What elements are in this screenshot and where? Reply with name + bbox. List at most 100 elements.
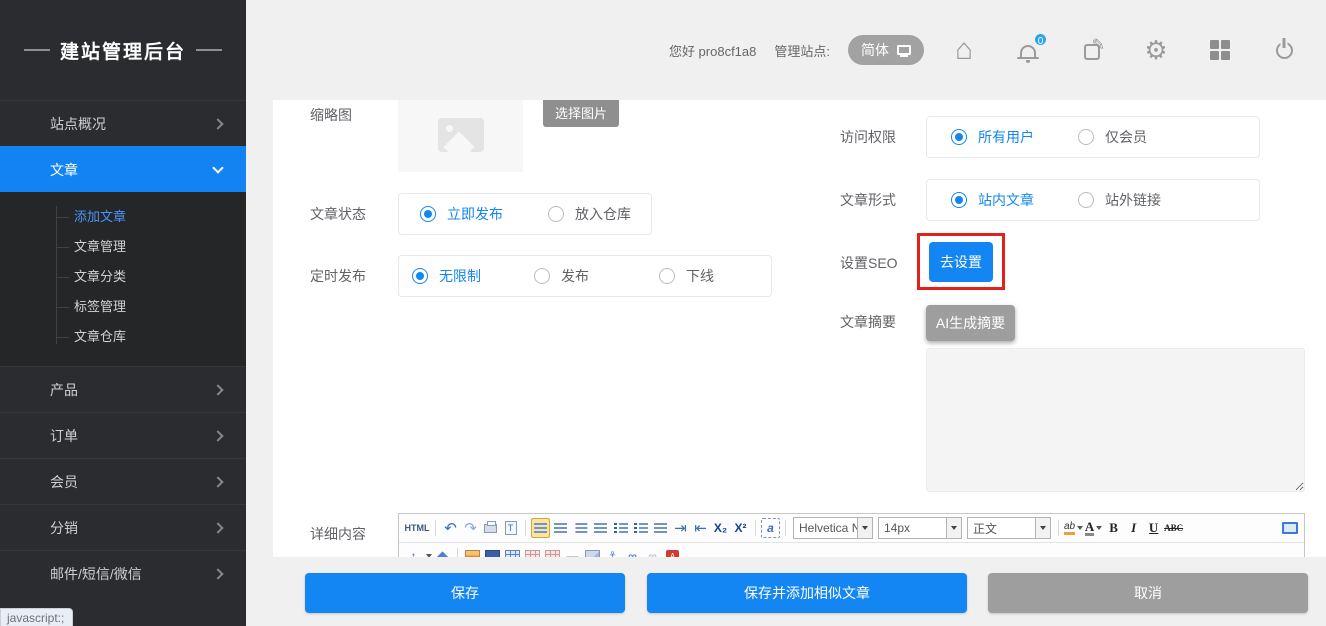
superscript-icon[interactable]: X² (731, 518, 750, 538)
outdent-icon[interactable]: ⇤ (691, 518, 710, 538)
cancel-button[interactable]: 取消 (988, 573, 1308, 613)
insert-image-icon[interactable] (463, 546, 482, 557)
font-color-icon[interactable]: A (1084, 518, 1103, 538)
sidebar-item-distribution[interactable]: 分销 (0, 504, 246, 550)
radio-no-limit[interactable]: 无限制 (412, 266, 534, 286)
radio-offline-time[interactable]: 下线 (659, 266, 714, 286)
notifications-icon[interactable]: 0 (1014, 36, 1042, 64)
insert-table-icon[interactable] (503, 546, 522, 557)
sidebar-item-member[interactable]: 会员 (0, 458, 246, 504)
radio-all-users[interactable]: 所有用户 (951, 127, 1078, 147)
thumbnail-label: 缩略图 (310, 105, 352, 125)
radio-on-icon (951, 129, 967, 145)
font-size-select[interactable]: 14px (878, 517, 962, 539)
radio-off-icon (659, 268, 675, 284)
insert-map-icon[interactable] (583, 546, 602, 557)
italic-icon[interactable]: I (1124, 518, 1143, 538)
insert-file-icon[interactable]: A (663, 546, 682, 557)
unordered-list-icon[interactable] (631, 518, 650, 538)
scheduled-publish-group: 无限制 发布 下线 (398, 255, 772, 297)
source-code-button[interactable]: HTML (404, 518, 430, 538)
radio-on-icon (951, 192, 967, 208)
sidebar-item-product[interactable]: 产品 (0, 366, 246, 412)
anchor-icon[interactable]: a (761, 518, 780, 538)
article-type-label: 文章形式 (840, 190, 896, 210)
access-permission-group: 所有用户 仅会员 (926, 116, 1260, 158)
ai-generate-summary-button[interactable]: AI生成摘要 (926, 305, 1015, 341)
ordered-list-icon[interactable] (611, 518, 630, 538)
user-greeting: 您好 pro8cf1a8 (669, 41, 756, 60)
monitor-icon (897, 45, 911, 55)
editor-toolbar-row2: ↕ ◆ — ⚓ ∞ ∞ A (399, 543, 1304, 557)
settings-gear-icon[interactable]: ⚙ (1142, 36, 1170, 64)
power-icon[interactable] (1270, 36, 1298, 64)
radio-publish-time[interactable]: 发布 (534, 266, 659, 286)
dropdown-caret-icon (1035, 518, 1050, 538)
undo-icon[interactable]: ↶ (441, 518, 460, 538)
seo-label: 设置SEO (840, 253, 898, 273)
table-cell-icon[interactable] (543, 546, 562, 557)
detail-content-label: 详细内容 (310, 524, 366, 544)
insert-link-icon[interactable]: ∞ (623, 546, 642, 557)
text-wrap-icon[interactable] (651, 518, 670, 538)
align-left-icon[interactable] (531, 518, 550, 538)
align-right-icon[interactable] (571, 518, 590, 538)
language-switch-button[interactable]: 简体 (848, 35, 924, 65)
paste-as-text-icon[interactable]: T (501, 518, 520, 538)
radio-to-warehouse[interactable]: 放入仓库 (548, 204, 631, 224)
go-set-seo-button[interactable]: 去设置 (929, 242, 993, 282)
insert-anchor-icon[interactable]: ⚓ (603, 546, 622, 557)
horizontal-rule-icon[interactable]: — (563, 546, 582, 557)
fullscreen-icon[interactable] (1280, 518, 1299, 538)
save-and-add-similar-button[interactable]: 保存并添加相似文章 (647, 573, 967, 613)
radio-on-icon (420, 206, 436, 222)
remove-format-eraser-icon[interactable]: ◆ (433, 546, 452, 557)
submenu-item-add-article[interactable]: 添加文章 (0, 202, 246, 232)
sidebar-item-site-overview[interactable]: 站点概况 (0, 100, 246, 146)
radio-members-only[interactable]: 仅会员 (1078, 127, 1147, 147)
header-icons: ⌂ 0 ⚙ (950, 36, 1298, 64)
submenu-item-article-category[interactable]: 文章分类 (0, 262, 246, 292)
strikethrough-icon[interactable]: ABC (1164, 518, 1183, 538)
radio-on-icon (412, 268, 428, 284)
form-footer: 保存 保存并添加相似文章 取消 (246, 557, 1326, 626)
sidebar-nav: 站点概况 文章 添加文章 文章管理 文章分类 标签管理 文章仓库 产品 订单 会 (0, 100, 246, 596)
scheduled-publish-label: 定时发布 (310, 266, 366, 286)
sidebar-item-article[interactable]: 文章 (0, 146, 246, 192)
save-button[interactable]: 保存 (305, 573, 625, 613)
apps-grid-icon[interactable] (1206, 36, 1234, 64)
thumbnail-placeholder[interactable] (398, 100, 523, 172)
redo-icon[interactable]: ↷ (461, 518, 480, 538)
indent-icon[interactable]: ⇥ (671, 518, 690, 538)
radio-publish-now[interactable]: 立即发布 (420, 204, 548, 224)
app-window: 建站管理后台 站点概况 文章 添加文章 文章管理 文章分类 标签管理 文章仓库 … (0, 0, 1326, 626)
print-icon[interactable] (481, 518, 500, 538)
radio-onsite-article[interactable]: 站内文章 (951, 190, 1078, 210)
subscript-icon[interactable]: X₂ (711, 518, 730, 538)
chevron-right-icon (212, 430, 223, 441)
underline-icon[interactable]: U (1144, 518, 1163, 538)
summary-textarea[interactable] (926, 348, 1305, 492)
submenu-item-article-manage[interactable]: 文章管理 (0, 232, 246, 262)
choose-image-button[interactable]: 选择图片 (543, 100, 619, 127)
chevron-right-icon (212, 522, 223, 533)
font-family-select[interactable]: Helvetica N (793, 517, 873, 539)
highlight-color-icon[interactable]: ab (1064, 518, 1083, 538)
radio-external-link[interactable]: 站外链接 (1078, 190, 1161, 210)
edit-icon[interactable] (1078, 36, 1106, 64)
insert-video-icon[interactable] (483, 546, 502, 557)
bold-icon[interactable]: B (1104, 518, 1123, 538)
sidebar: 建站管理后台 站点概况 文章 添加文章 文章管理 文章分类 标签管理 文章仓库 … (0, 0, 246, 626)
sidebar-item-mail-sms-wechat[interactable]: 邮件/短信/微信 (0, 550, 246, 596)
home-icon[interactable]: ⌂ (950, 36, 978, 64)
line-height-icon[interactable]: ↕ (404, 546, 423, 557)
paragraph-style-select[interactable]: 正文 (967, 517, 1051, 539)
remove-link-icon[interactable]: ∞ (643, 546, 662, 557)
sidebar-item-order[interactable]: 订单 (0, 412, 246, 458)
submenu-item-article-warehouse[interactable]: 文章仓库 (0, 322, 246, 352)
align-center-icon[interactable] (551, 518, 570, 538)
align-justify-icon[interactable] (591, 518, 610, 538)
table-row-icon[interactable] (523, 546, 542, 557)
article-status-label: 文章状态 (310, 204, 366, 224)
submenu-item-tag-manage[interactable]: 标签管理 (0, 292, 246, 322)
